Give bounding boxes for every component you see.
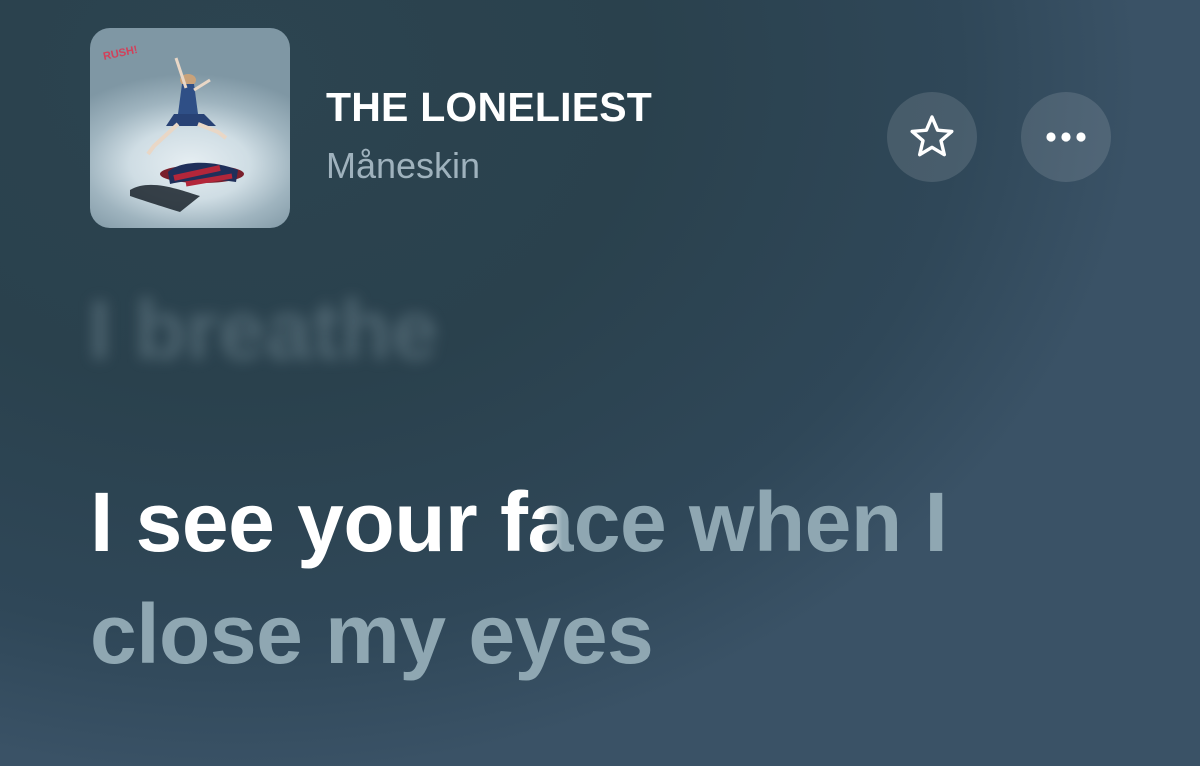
- previous-lyric-line[interactable]: I breathe: [88, 282, 438, 379]
- current-lyric-line[interactable]: I see your face when I close my eyes: [90, 466, 1150, 690]
- lyric-sung-text: I see your f: [90, 475, 528, 569]
- album-cover-image: RUSH!: [102, 44, 244, 212]
- star-icon: [910, 115, 954, 157]
- ellipsis-icon: [1046, 132, 1086, 142]
- track-artist[interactable]: Måneskin: [326, 145, 480, 187]
- now-playing-lyrics-screen: RUSH! THE LONELIEST Måneskin I breathe I…: [0, 0, 1200, 766]
- lyric-partial-text: a: [527, 475, 575, 569]
- lyric-unsung-text: ce when I: [573, 475, 948, 569]
- current-lyric-row-1: I see your face when I: [90, 466, 1150, 578]
- more-options-button[interactable]: [1021, 92, 1111, 182]
- album-artwork[interactable]: RUSH!: [90, 28, 290, 228]
- current-lyric-row-2: close my eyes: [90, 587, 654, 681]
- album-logo-text: RUSH!: [102, 44, 139, 63]
- favorite-button[interactable]: [887, 92, 977, 182]
- track-title[interactable]: THE LONELIEST: [326, 84, 652, 131]
